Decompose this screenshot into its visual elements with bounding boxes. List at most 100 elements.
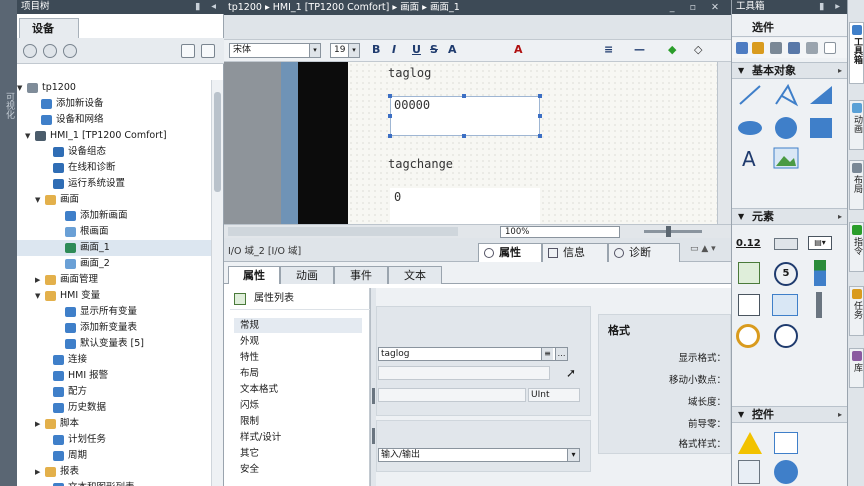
subtab-texts[interactable]: 文本 xyxy=(388,266,442,284)
trend-view-icon[interactable] xyxy=(774,432,798,454)
property-list-item[interactable]: 文本格式 xyxy=(240,382,278,397)
tree-item[interactable]: 默认变量表 [5] xyxy=(17,336,212,352)
property-list-item[interactable]: 外观 xyxy=(240,334,259,349)
section-basic-objects[interactable]: ▼ 基本对象 ▸ xyxy=(732,62,848,79)
address-input[interactable] xyxy=(378,388,526,402)
subtab-events[interactable]: 事件 xyxy=(334,266,388,284)
font-grow-button[interactable]: A xyxy=(448,42,457,58)
tree-item[interactable]: 设备组态 xyxy=(17,144,212,160)
font-family-select[interactable]: 宋体 ▾ xyxy=(229,43,321,58)
section-menu-icon[interactable]: ▸ xyxy=(838,209,842,224)
switch-tool-icon[interactable] xyxy=(738,294,760,316)
taskcard-tasks[interactable]: 任务 xyxy=(849,286,864,336)
property-list-item[interactable]: 布局 xyxy=(240,366,259,381)
line-style-button[interactable]: — xyxy=(634,42,645,58)
tree-item[interactable]: 运行系统设置 xyxy=(17,176,212,192)
pointer-icon[interactable] xyxy=(736,42,748,54)
canvas-horizontal-scrollbar[interactable] xyxy=(228,227,458,236)
symbolic-io-tool-icon[interactable]: ▤▾ xyxy=(808,236,832,250)
taglog-io-field[interactable]: 00000 xyxy=(390,96,540,136)
align-button[interactable]: ≡ xyxy=(604,42,613,58)
layout-icon[interactable] xyxy=(806,42,818,54)
expand-down-icon[interactable]: ▼ xyxy=(35,192,40,208)
selection-handle[interactable] xyxy=(538,134,542,138)
taskcard-toolbox[interactable]: 工具箱 xyxy=(849,22,864,84)
tree-item[interactable]: 周期 xyxy=(17,448,212,464)
rectangle-tool-icon[interactable] xyxy=(810,118,832,138)
button-tool-icon[interactable] xyxy=(774,238,798,250)
underline-button[interactable]: U xyxy=(412,42,421,58)
expand-right-icon[interactable]: ▶ xyxy=(35,416,40,432)
expand-down-icon[interactable]: ▼ xyxy=(35,288,40,304)
panel-controls[interactable]: ▮ ▸ xyxy=(819,0,844,14)
ellipse-tool-icon[interactable] xyxy=(738,121,762,135)
tab-properties[interactable]: 属性 xyxy=(478,243,542,262)
tree-item[interactable]: ▶ 画面管理 xyxy=(17,272,212,288)
tagchange-io-field[interactable]: 0 xyxy=(390,188,540,224)
font-size-select[interactable]: 19 ▾ xyxy=(330,43,360,58)
section-menu-icon[interactable]: ▸ xyxy=(838,63,842,78)
italic-button[interactable]: I xyxy=(392,42,396,58)
circle-tool-icon[interactable] xyxy=(775,117,797,139)
tree-item[interactable]: 配方 xyxy=(17,384,212,400)
tab-info[interactable]: 信息 xyxy=(542,243,608,262)
border-color-button[interactable]: ◇ xyxy=(694,42,702,58)
property-list-item[interactable]: 样式/设计 xyxy=(240,430,281,445)
taskcard-layout[interactable]: 布局 xyxy=(849,160,864,210)
web-browser-icon[interactable] xyxy=(774,460,798,484)
datetime-tool-icon[interactable]: 5 xyxy=(774,262,798,286)
tree-item[interactable]: ▼ tp1200 xyxy=(17,80,212,96)
tree-item[interactable]: 添加新画面 xyxy=(17,208,212,224)
expand-down-icon[interactable]: ▼ xyxy=(25,128,30,144)
vertical-slider-tool-icon[interactable] xyxy=(816,292,822,318)
inspector-controls[interactable]: ▭ ▲ ▾ xyxy=(690,244,716,254)
person-icon[interactable] xyxy=(752,42,764,54)
tree-item[interactable]: 画面_1 xyxy=(17,240,212,256)
tree-item[interactable]: ▶ 脚本 xyxy=(17,416,212,432)
bold-button[interactable]: B xyxy=(372,42,380,58)
zoom-select[interactable]: 100% xyxy=(500,226,620,238)
selection-handle[interactable] xyxy=(538,114,542,118)
selection-handle[interactable] xyxy=(538,94,542,98)
section-elements[interactable]: ▼ 元素 ▸ xyxy=(732,208,848,225)
selection-handle[interactable] xyxy=(462,94,466,98)
io-field-tool-icon[interactable]: 0.12 xyxy=(736,232,762,258)
taglog-label[interactable]: taglog xyxy=(388,66,431,80)
tree-item[interactable]: 连接 xyxy=(17,352,212,368)
toolbar-back-icon[interactable] xyxy=(23,44,37,58)
tab-diagnostics[interactable]: 诊断 xyxy=(608,243,680,262)
chevron-down-icon[interactable]: ▾ xyxy=(567,449,579,461)
fill-color-button[interactable]: ◆ xyxy=(668,42,676,58)
slider-tool-icon[interactable] xyxy=(772,294,798,316)
zoom-slider-knob[interactable] xyxy=(666,226,671,237)
selection-handle[interactable] xyxy=(462,134,466,138)
grid-icon[interactable] xyxy=(770,42,782,54)
devices-tab[interactable]: 设备 xyxy=(19,18,79,38)
plc-tag-input[interactable] xyxy=(378,366,550,380)
tree-item[interactable]: 历史数据 xyxy=(17,400,212,416)
overview-icon[interactable] xyxy=(181,44,195,58)
clock-tool-icon[interactable] xyxy=(774,324,798,348)
tree-item[interactable]: 添加新设备 xyxy=(17,96,212,112)
subtab-animation[interactable]: 动画 xyxy=(280,266,334,284)
chevron-down-icon[interactable]: ▾ xyxy=(348,44,359,57)
user-view-icon[interactable] xyxy=(738,460,760,484)
tree-item[interactable]: ▼ HMI 变量 xyxy=(17,288,212,304)
polyline-tool-icon[interactable] xyxy=(775,83,799,107)
tree-scrollbar[interactable] xyxy=(211,80,223,486)
hmi-screen-area[interactable]: taglog 00000 tagchange 0 xyxy=(348,62,717,224)
strikethrough-button[interactable]: S xyxy=(430,42,438,58)
tree-item[interactable]: ▼ 画面 xyxy=(17,192,212,208)
taskcard-animations[interactable]: 动画 xyxy=(849,100,864,150)
collapsed-left-strip[interactable]: 可视化 xyxy=(0,0,17,486)
gauge-tool-icon[interactable] xyxy=(736,324,760,348)
bar-tool-icon[interactable] xyxy=(814,260,826,286)
property-list-item[interactable]: 闪烁 xyxy=(240,398,259,413)
property-list-item[interactable]: 常规 xyxy=(234,318,362,333)
line-tool-icon[interactable] xyxy=(739,85,761,105)
chevron-down-icon[interactable]: ▾ xyxy=(309,44,320,57)
text-color-button[interactable]: A xyxy=(514,42,523,58)
mode-select[interactable]: 输入/输出 ▾ xyxy=(378,448,580,462)
tree-item[interactable]: 根画面 xyxy=(17,224,212,240)
tree-scrollbar-thumb[interactable] xyxy=(214,92,221,192)
